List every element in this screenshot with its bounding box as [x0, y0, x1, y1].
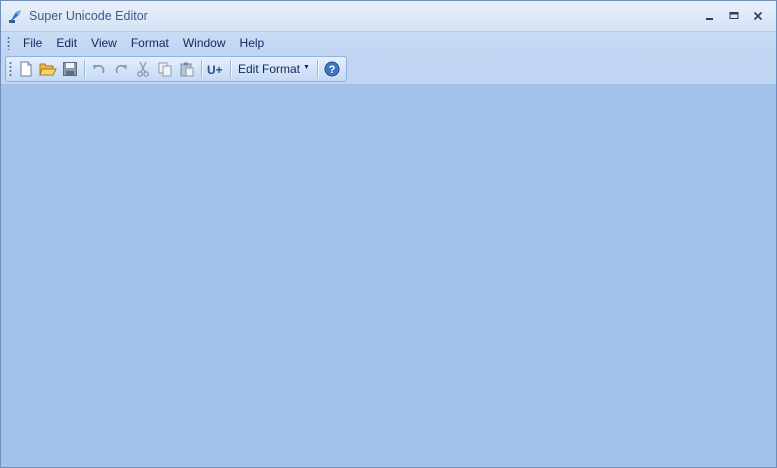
- help-button[interactable]: ?: [321, 59, 343, 79]
- chevron-down-icon: ▼: [303, 63, 310, 71]
- toolbar-grip[interactable]: [9, 61, 12, 77]
- main-toolbar: U+ Edit Format ▼ ?: [5, 56, 347, 82]
- edit-format-label: Edit Format: [238, 62, 301, 76]
- toolbar-separator: [316, 60, 318, 78]
- toolbar-separator: [84, 60, 85, 78]
- edit-format-dropdown[interactable]: Edit Format ▼: [234, 59, 314, 79]
- minimize-button[interactable]: [698, 6, 722, 26]
- save-icon: [63, 62, 77, 76]
- svg-text:?: ?: [329, 64, 336, 76]
- close-icon: [753, 11, 763, 21]
- toolbar-separator: [201, 60, 202, 78]
- mdi-workspace[interactable]: [1, 85, 776, 467]
- window-controls: [698, 6, 770, 26]
- menu-format[interactable]: Format: [124, 34, 176, 52]
- minimize-icon: [706, 18, 713, 20]
- undo-button[interactable]: [88, 59, 110, 79]
- toolbar-separator: [230, 60, 231, 78]
- open-folder-icon: [39, 63, 57, 76]
- maximize-icon: [729, 12, 739, 19]
- paste-button[interactable]: [176, 59, 198, 79]
- undo-icon: [93, 64, 105, 74]
- menu-view[interactable]: View: [84, 34, 124, 52]
- redo-icon: [115, 64, 127, 74]
- paste-icon: [180, 62, 194, 77]
- app-window: Super Unicode Editor File Edit View Form…: [0, 0, 777, 468]
- open-button[interactable]: [37, 59, 59, 79]
- title-bar[interactable]: Super Unicode Editor: [1, 1, 776, 32]
- menubar-grip[interactable]: [7, 36, 10, 50]
- close-button[interactable]: [746, 6, 770, 26]
- cut-icon: [137, 61, 149, 77]
- copy-button[interactable]: [154, 59, 176, 79]
- new-document-icon: [20, 61, 32, 77]
- menu-window[interactable]: Window: [176, 34, 233, 52]
- cut-button[interactable]: [132, 59, 154, 79]
- menu-file[interactable]: File: [16, 34, 49, 52]
- svg-text:U+: U+: [207, 63, 223, 77]
- save-button[interactable]: [59, 59, 81, 79]
- app-logo-icon: [9, 10, 21, 23]
- insert-unicode-icon: U+: [207, 63, 223, 77]
- menu-bar: File Edit View Format Window Help: [1, 32, 776, 54]
- insert-unicode-button[interactable]: U+: [205, 59, 227, 79]
- redo-button[interactable]: [110, 59, 132, 79]
- copy-icon: [158, 62, 172, 77]
- menu-help[interactable]: Help: [233, 34, 272, 52]
- toolbar-row: U+ Edit Format ▼ ?: [1, 54, 776, 85]
- new-button[interactable]: [15, 59, 37, 79]
- window-title: Super Unicode Editor: [29, 9, 148, 23]
- menu-edit[interactable]: Edit: [49, 34, 84, 52]
- maximize-button[interactable]: [722, 6, 746, 26]
- help-icon: ?: [324, 61, 340, 77]
